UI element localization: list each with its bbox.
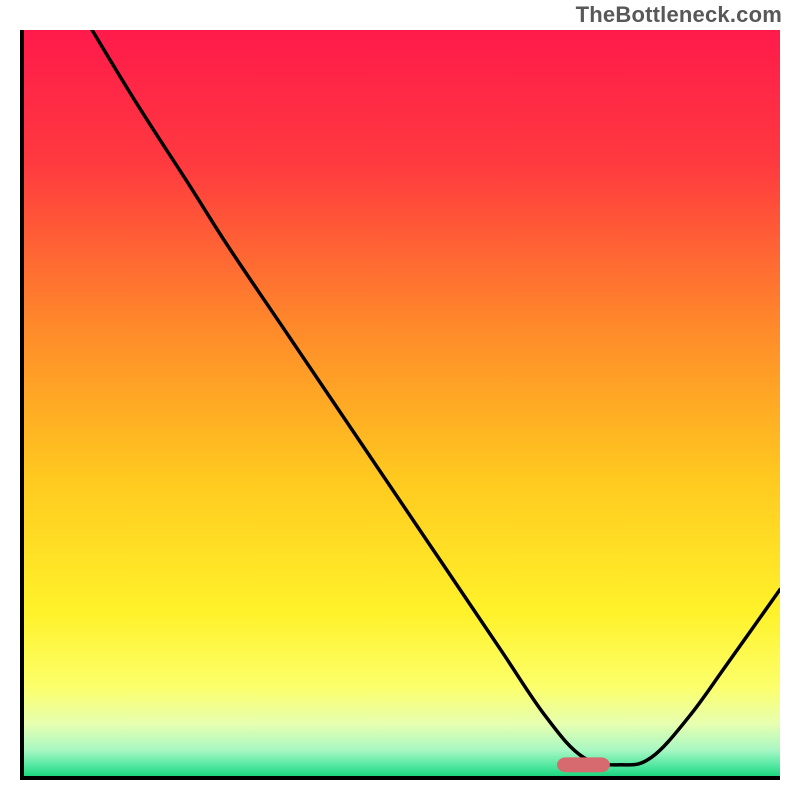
bottleneck-curve <box>92 30 780 765</box>
optimal-marker <box>557 757 610 772</box>
plot-area <box>20 30 780 780</box>
curve-layer <box>24 30 780 776</box>
chart-container: TheBottleneck.com <box>0 0 800 800</box>
watermark-text: TheBottleneck.com <box>576 2 782 28</box>
